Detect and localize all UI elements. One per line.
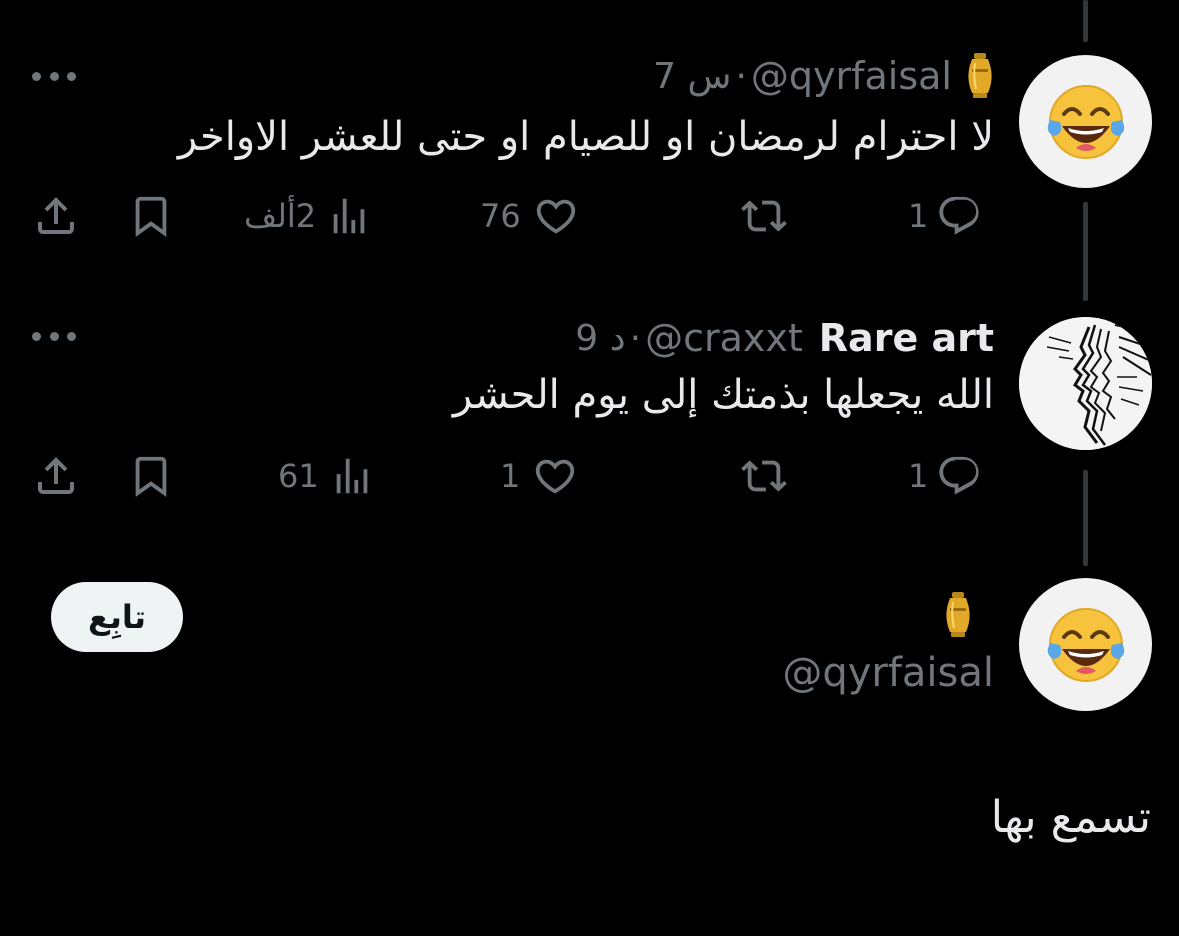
laughing-tears-emoji-icon: [1047, 607, 1124, 682]
reply-icon: [939, 196, 979, 235]
bookmark-icon: [135, 456, 167, 497]
tweet-2-text: الله يجعلها بذمتك إلى يوم الحشر: [452, 372, 994, 418]
reply-count: 1: [908, 457, 929, 495]
share-icon: [38, 197, 74, 234]
tweet-1-separator: ·: [735, 55, 747, 97]
more-options-button-tweet-1[interactable]: [32, 70, 76, 82]
bookmark-button-tweet-2[interactable]: [128, 446, 174, 506]
reply-count: 1: [908, 197, 929, 235]
tweet-1-time: 7 س: [653, 55, 732, 97]
views-button-tweet-1[interactable]: 2ألف: [244, 186, 372, 246]
like-count: 76: [480, 197, 521, 235]
laughing-tears-emoji-icon: [1047, 84, 1124, 159]
urn-icon: [944, 590, 972, 644]
tweet-2-time: 9 د: [575, 317, 626, 359]
reply-icon: [939, 456, 979, 495]
tweet-2-display-name[interactable]: Rare art: [819, 316, 994, 360]
like-button-tweet-1[interactable]: 76: [480, 186, 581, 246]
tweet-1-text: لا احترام لرمضان او للصيام او حتى للعشر …: [177, 114, 994, 160]
tweet-2-separator: ·: [629, 317, 642, 359]
main-tweet-text: تسمع بها: [990, 792, 1151, 843]
tweet-2-handle[interactable]: @craxxt: [645, 316, 803, 360]
repost-icon: [741, 200, 787, 232]
views-count: 61: [278, 457, 319, 495]
repost-button-tweet-1[interactable]: [736, 186, 792, 246]
heart-icon: [536, 199, 575, 234]
avatar-tweet-1[interactable]: [1019, 55, 1152, 188]
tweet-1-actions: 1 76 2ألف: [0, 186, 1179, 246]
bookmark-icon: [135, 196, 167, 237]
sketch-face-icon: [1019, 317, 1152, 450]
reply-button-tweet-1[interactable]: 1: [908, 186, 982, 246]
share-button-tweet-1[interactable]: [32, 186, 80, 246]
thread-line-top: [1083, 0, 1088, 42]
tweet-2-actions: 1 1 61: [0, 446, 1179, 506]
repost-icon: [741, 460, 787, 492]
like-button-tweet-2[interactable]: 1: [500, 446, 580, 506]
views-button-tweet-2[interactable]: 61: [278, 446, 375, 506]
heart-icon: [536, 459, 575, 494]
views-chart-icon: [336, 458, 368, 494]
avatar-profile[interactable]: [1019, 578, 1152, 711]
views-chart-icon: [333, 198, 365, 234]
follow-button[interactable]: تابِع: [51, 582, 183, 652]
share-icon: [38, 457, 74, 494]
profile-handle[interactable]: @qyrfaisal: [782, 650, 994, 696]
tweet-2-header: 9 د · @craxxt Rare art: [575, 310, 994, 366]
tweet-1-handle[interactable]: @qyrfaisal: [751, 54, 952, 98]
like-count: 1: [500, 457, 521, 495]
share-button-tweet-2[interactable]: [32, 446, 80, 506]
bookmark-button-tweet-1[interactable]: [128, 186, 174, 246]
tweet-1-header: 7 س · @qyrfaisal: [653, 48, 994, 104]
views-count: 2ألف: [244, 197, 317, 235]
avatar-tweet-2[interactable]: [1019, 317, 1152, 450]
more-options-button-tweet-2[interactable]: [32, 330, 76, 342]
urn-icon: [966, 51, 994, 101]
repost-button-tweet-2[interactable]: [736, 446, 792, 506]
reply-button-tweet-2[interactable]: 1: [908, 446, 982, 506]
